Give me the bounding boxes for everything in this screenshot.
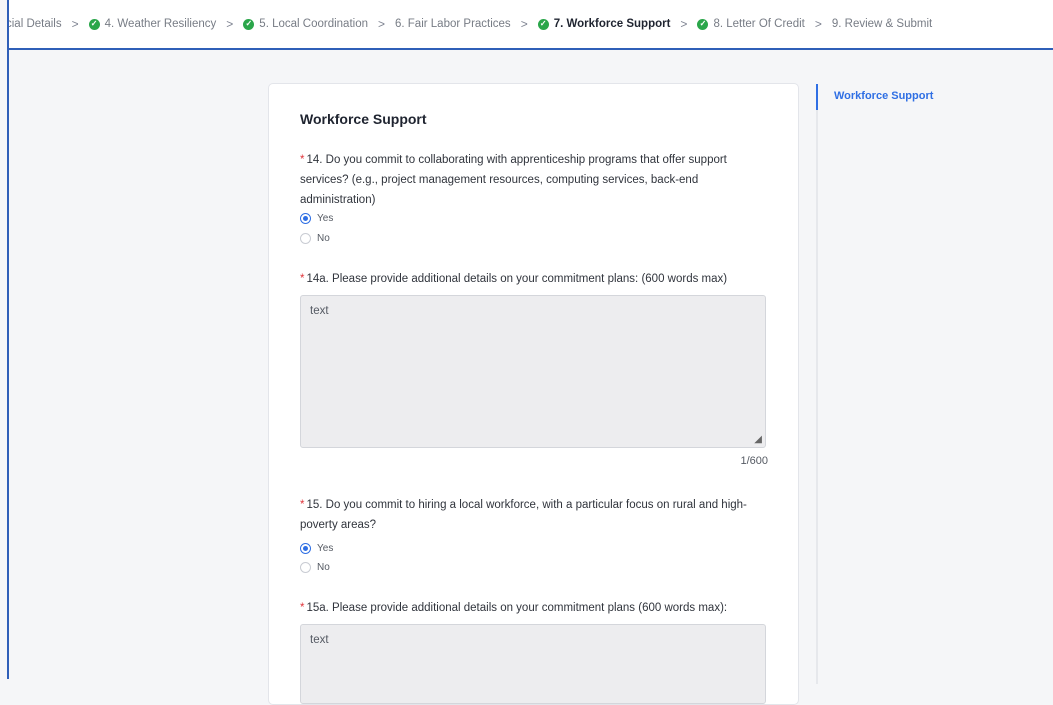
step-4-weather-resiliency[interactable]: ✓ 4. Weather Resiliency [88, 18, 217, 30]
q14-option-no[interactable]: No [300, 233, 330, 244]
question-15-label: 15. Do you commit to hiring a local work… [300, 499, 747, 531]
textarea-value: text [310, 634, 329, 646]
question-15a: * 15a. Please provide additional details … [300, 598, 750, 618]
radio-unselected-icon[interactable] [300, 233, 311, 244]
section-title: Workforce Support [300, 111, 427, 127]
q15-option-no[interactable]: No [300, 562, 330, 573]
step-label: 9. Review & Submit [831, 18, 933, 30]
step-label: 4. Weather Resiliency [104, 18, 217, 30]
progress-stepper: cial Details > ✓ 4. Weather Resiliency > … [9, 0, 1053, 50]
check-circle-icon: ✓ [243, 18, 255, 30]
toc-item-workforce-support[interactable]: Workforce Support [834, 90, 933, 102]
step-label: 8. Letter Of Credit [713, 18, 805, 30]
question-15: * 15. Do you commit to hiring a local wor… [300, 495, 750, 535]
toc-active-indicator [816, 84, 818, 110]
chevron-right-icon: > [680, 17, 688, 31]
step-7-workforce-support[interactable]: ✓ 7. Workforce Support [537, 18, 671, 30]
toc-rail [816, 84, 818, 684]
step-label: 7. Workforce Support [553, 18, 671, 30]
step-3-financial-details[interactable]: cial Details [9, 18, 62, 30]
chevron-right-icon: > [520, 17, 528, 31]
question-14a-label: 14a. Please provide additional details o… [306, 273, 728, 285]
question-14: * 14. Do you commit to collaborating with… [300, 150, 750, 210]
q15a-textarea[interactable]: text [300, 624, 766, 704]
step-6-fair-labor-practices[interactable]: 6. Fair Labor Practices [395, 18, 511, 30]
step-8-letter-of-credit[interactable]: ✓ 8. Letter Of Credit [697, 18, 805, 30]
step-label: 6. Fair Labor Practices [395, 18, 511, 30]
step-5-local-coordination[interactable]: ✓ 5. Local Coordination [243, 18, 368, 30]
left-border [7, 0, 9, 679]
step-label: cial Details [9, 18, 62, 30]
chevron-right-icon: > [71, 17, 79, 31]
step-label: 5. Local Coordination [259, 18, 368, 30]
required-marker: * [300, 602, 305, 614]
resize-handle-icon[interactable]: ◢ [754, 434, 762, 445]
word-counter: 1/600 [740, 455, 768, 467]
radio-selected-icon[interactable] [300, 543, 311, 554]
option-label: No [317, 562, 330, 573]
question-14-label: 14. Do you commit to collaborating with … [300, 154, 727, 206]
check-circle-icon: ✓ [88, 18, 100, 30]
required-marker: * [300, 154, 305, 166]
q14a-textarea[interactable]: text ◢ [300, 295, 766, 448]
question-15a-label: 15a. Please provide additional details o… [306, 602, 728, 614]
q14-option-yes[interactable]: Yes [300, 213, 333, 224]
option-label: No [317, 233, 330, 244]
question-14a: * 14a. Please provide additional details … [300, 269, 750, 289]
form-card: Workforce Support * 14. Do you commit to … [268, 83, 799, 705]
option-label: Yes [317, 543, 334, 554]
check-circle-icon: ✓ [537, 18, 549, 30]
radio-selected-icon[interactable] [300, 213, 311, 224]
radio-unselected-icon[interactable] [300, 562, 311, 573]
textarea-value: text [310, 305, 329, 317]
chevron-right-icon: > [377, 17, 385, 31]
chevron-right-icon: > [226, 17, 234, 31]
required-marker: * [300, 499, 305, 511]
check-circle-icon: ✓ [697, 18, 709, 30]
q15-option-yes[interactable]: Yes [300, 543, 333, 554]
option-label: Yes [317, 213, 334, 224]
chevron-right-icon: > [814, 17, 822, 31]
step-9-review-submit[interactable]: 9. Review & Submit [832, 18, 932, 30]
required-marker: * [300, 273, 305, 285]
